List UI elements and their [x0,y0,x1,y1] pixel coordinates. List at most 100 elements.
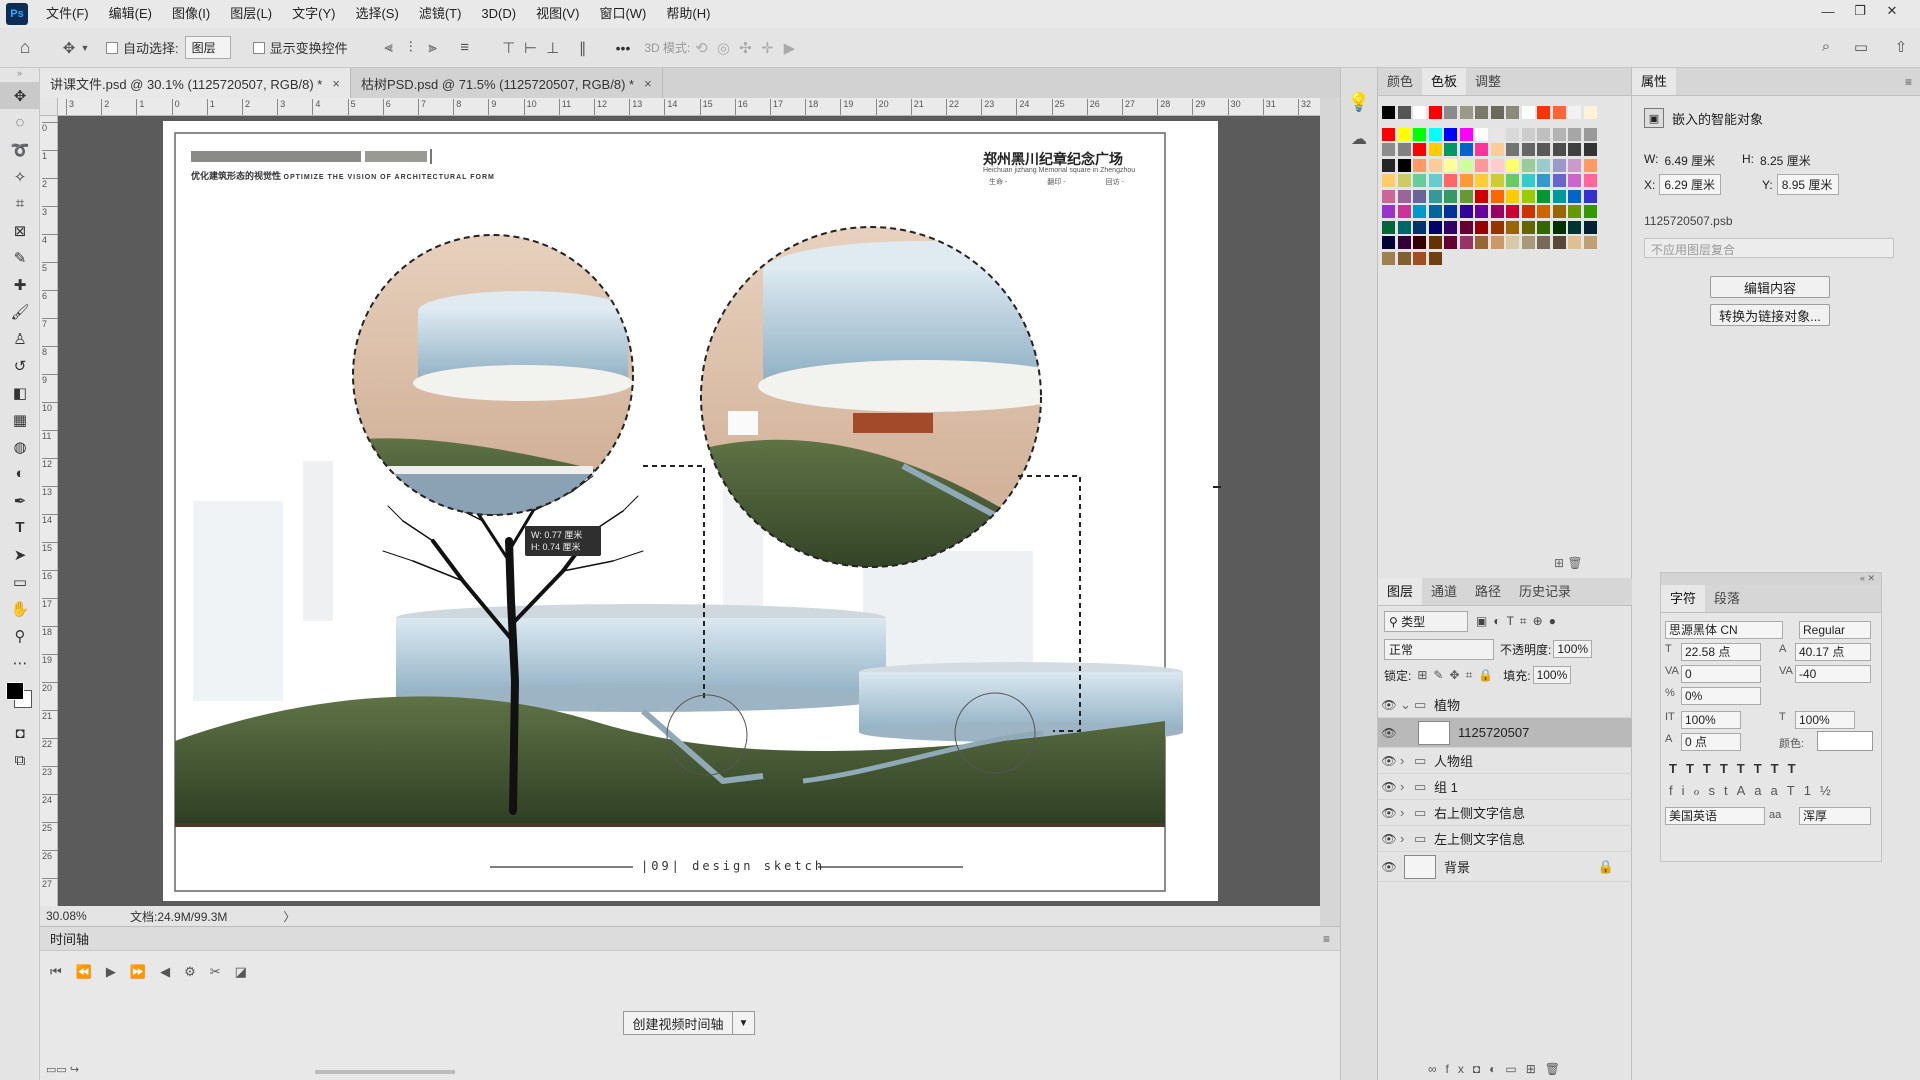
swatch[interactable] [1459,127,1473,141]
foreground-color[interactable] [6,682,24,700]
distribute-v-icon[interactable]: ∥ [572,39,594,57]
blend-mode-dropdown[interactable]: 正常 [1384,638,1494,660]
swatch[interactable] [1552,143,1566,156]
swatch[interactable] [1537,205,1550,218]
swatch[interactable] [1490,174,1504,187]
swatch[interactable] [1382,174,1395,187]
orbit-icon[interactable]: ⟲ [690,39,712,57]
visibility-eye-icon[interactable]: 👁 [1378,754,1400,768]
eraser-tool-icon[interactable]: ◧ [0,379,40,406]
search-icon[interactable]: ⌕ [1815,38,1837,55]
swatch[interactable] [1537,158,1550,172]
swatch[interactable] [1459,220,1473,234]
timeline-footer-icons[interactable]: ▭▭ ↪ [46,1063,79,1076]
swatch[interactable] [1521,143,1535,156]
h-value[interactable]: 8.25 厘米 [1760,152,1811,169]
swatch[interactable] [1521,236,1535,249]
swatch[interactable] [1490,205,1504,218]
status-arrow-icon[interactable]: 〉 [283,908,295,925]
auto-select-checkbox[interactable] [106,41,118,54]
gradient-tool-icon[interactable]: ▦ [0,406,40,433]
pen-tool-icon[interactable]: ✒ [0,487,40,514]
swatch[interactable] [1490,143,1504,156]
swatch[interactable] [1475,174,1488,187]
photoshop-logo-icon[interactable]: Ps [6,3,28,25]
visibility-eye-icon[interactable]: 👁 [1378,832,1400,846]
swatch[interactable] [1382,143,1395,156]
swatch[interactable] [1413,158,1426,172]
swatch[interactable] [1428,220,1442,234]
swatch[interactable] [1459,158,1473,172]
menu-window[interactable]: 窗口(W) [589,0,656,28]
tab-channels[interactable]: 通道 [1422,578,1466,605]
opacity-input[interactable]: 100% [1553,640,1593,658]
layer-filter-dropdown[interactable]: ⚲ 类型 [1384,610,1468,632]
chevron-right-icon[interactable]: › [1400,753,1414,768]
swatch[interactable] [1568,106,1581,119]
slide-icon[interactable]: ✛ [756,39,778,57]
swatch[interactable] [1459,106,1473,119]
layer-row[interactable]: 👁 › ▭ 右上侧文字信息 [1378,800,1632,826]
layer-actions-icons[interactable]: ∞fx◘◐▭⊞🗑 [1428,1062,1569,1076]
quick-mask-icon[interactable]: ◘ [0,720,40,747]
menu-help[interactable]: 帮助(H) [656,0,720,28]
tab-dead-tree[interactable]: 枯树PSD.psd @ 71.5% (1125720507, RGB/8) * × [351,68,663,98]
swatch[interactable] [1459,189,1473,203]
tab-paths[interactable]: 路径 [1466,578,1510,605]
tab-history[interactable]: 历史记录 [1510,578,1580,605]
settings-icon[interactable]: ⚙ [184,964,196,980]
swatch[interactable] [1444,236,1457,249]
layer-row-selected[interactable]: 👁 1125720507 [1378,718,1632,748]
swatch[interactable] [1475,236,1488,249]
swatch[interactable] [1568,236,1581,249]
more-tools-icon[interactable]: ⋯ [0,649,40,676]
pan-icon[interactable]: ✣ [734,39,756,57]
swatch[interactable] [1583,127,1597,141]
swatch[interactable] [1444,158,1457,172]
swatch[interactable] [1537,127,1550,141]
home-icon[interactable]: ⌂ [14,37,36,58]
auto-select-dropdown[interactable]: 图层 [184,36,231,59]
new-swatch-icon[interactable]: ⊞ 🗑 [1554,556,1583,570]
swatch[interactable] [1382,127,1395,141]
timeline-zoom-slider[interactable] [315,1070,455,1074]
swatch[interactable] [1583,220,1597,234]
more-options-icon[interactable]: ••• [616,40,631,56]
align-right-icon[interactable]: ⫸ [422,39,444,56]
blur-tool-icon[interactable]: ◍ [0,433,40,460]
swatch[interactable] [1413,189,1426,203]
swatch[interactable] [1413,143,1426,156]
swatch[interactable] [1490,106,1504,119]
swatch[interactable] [1397,158,1411,172]
swatch[interactable] [1521,106,1535,119]
swatch[interactable] [1521,189,1535,203]
transition-icon[interactable]: ◪ [235,964,247,980]
swatch[interactable] [1382,158,1395,172]
canvas-area[interactable]: 优化建筑形态的视觉性 OPTIMIZE THE VISION OF ARCHIT… [58,116,1320,906]
swatch[interactable] [1397,127,1411,141]
swatch[interactable] [1397,189,1411,203]
swatch[interactable] [1537,106,1550,119]
swatch[interactable] [1521,174,1535,187]
swatch[interactable] [1552,127,1566,141]
swatch[interactable] [1537,220,1550,234]
document-canvas[interactable]: 优化建筑形态的视觉性 OPTIMIZE THE VISION OF ARCHIT… [163,121,1218,901]
vertical-scale-input[interactable]: 100% [1681,711,1741,729]
filter-icons[interactable]: ▣◐T⌗⊕● [1476,614,1562,629]
text-style-buttons[interactable]: TTTTTTTT [1669,761,1805,776]
swatch[interactable] [1506,236,1519,249]
swatch[interactable] [1583,106,1597,119]
eyedropper-icon[interactable]: ✎ [0,244,40,271]
swatch[interactable] [1490,158,1504,172]
tab-properties[interactable]: 属性 [1632,68,1677,95]
swatch[interactable] [1568,127,1581,141]
swatch[interactable] [1506,205,1519,218]
panel-menu-icon[interactable]: ≡ [1905,68,1912,95]
menu-type[interactable]: 文字(Y) [282,0,345,28]
y-input[interactable]: 8.95 厘米 [1776,174,1839,195]
color-swatches[interactable] [0,676,39,720]
swatch[interactable] [1583,205,1597,218]
play-icon[interactable]: ▶ [106,964,116,980]
kerning-input[interactable]: 0 [1681,665,1761,683]
restore-icon[interactable]: ❐ [1844,0,1876,22]
